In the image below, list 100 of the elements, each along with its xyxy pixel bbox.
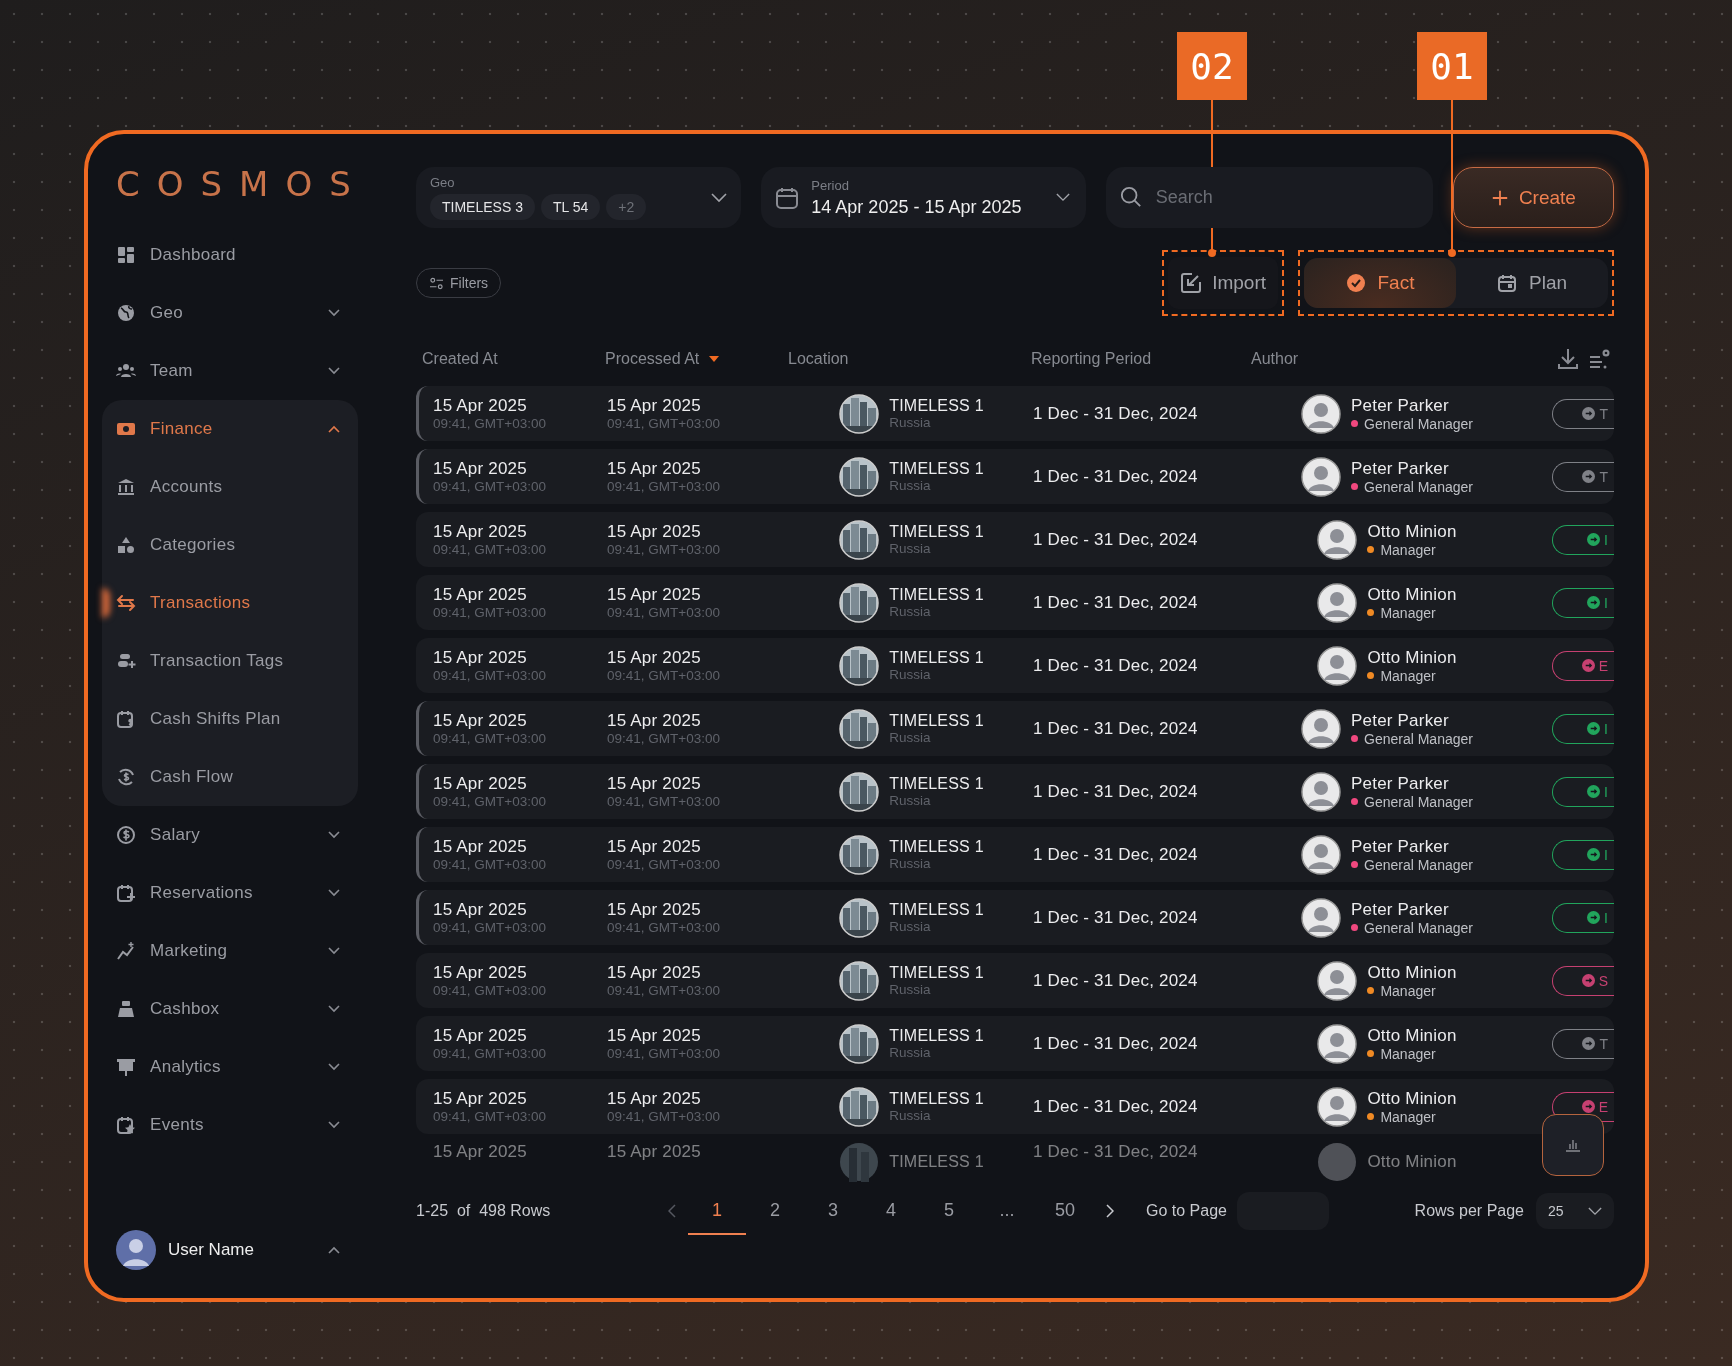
rows-per-page-label: Rows per Page bbox=[1414, 1202, 1524, 1220]
nav-item[interactable]: Events bbox=[102, 1096, 358, 1154]
nav-item[interactable]: Transactions bbox=[102, 574, 358, 632]
bar-chart-icon bbox=[1565, 1138, 1581, 1152]
time-text: 09:41, GMT+03:00 bbox=[607, 794, 721, 809]
time-text: 09:41, GMT+03:00 bbox=[433, 920, 547, 935]
avatar-icon bbox=[1301, 393, 1341, 434]
date-text: 15 Apr 2025 bbox=[607, 711, 702, 731]
role-text: General Manager bbox=[1364, 793, 1473, 810]
date-text: 15 Apr 2025 bbox=[607, 396, 702, 416]
chevron-down-icon bbox=[328, 1121, 340, 1129]
nav-item[interactable]: Marketing bbox=[102, 922, 358, 980]
previous-icon[interactable] bbox=[668, 1204, 676, 1218]
author-name: Otto Minion bbox=[1367, 584, 1457, 605]
author-name: Peter Parker bbox=[1351, 836, 1450, 857]
author-name: Otto Minion bbox=[1367, 521, 1457, 542]
time-text: 09:41, GMT+03:00 bbox=[433, 794, 547, 809]
nav-item[interactable]: Categories bbox=[102, 516, 358, 574]
rows-per-page-select[interactable]: 25 bbox=[1536, 1193, 1614, 1229]
import-button[interactable]: Import bbox=[1168, 257, 1278, 309]
geo-select[interactable]: Geo TIMELESS 3 TL 54 +2 bbox=[416, 167, 742, 228]
download-icon[interactable] bbox=[1556, 347, 1580, 371]
time-text: 09:41, GMT+03:00 bbox=[607, 983, 721, 998]
nav-item[interactable]: Cashbox bbox=[102, 980, 358, 1038]
table-row[interactable]: 15 Apr 2025 09:41, GMT+03:00 15 Apr 2025 09:41, GMT+03:00 TIMELESS 1 Russia 1 Dec - 31 Dec, 2024 Otto Minion Manager E bbox=[416, 1079, 1614, 1134]
time-text: 09:41, GMT+03:00 bbox=[607, 731, 721, 746]
table-row[interactable]: 15 Apr 2025 09:41, GMT+03:00 15 Apr 2025 09:41, GMT+03:00 TIMELESS 1 Russia 1 Dec - 31 Dec, 2024 Otto Minion Manager I bbox=[416, 575, 1614, 630]
table-row[interactable]: 15 Apr 2025 09:41, GMT+03:00 15 Apr 2025 09:41, GMT+03:00 TIMELESS 1 Russia 1 Dec - 31 Dec, 2024 Peter Parker General Manager I bbox=[416, 827, 1614, 882]
mode-tab[interactable]: Fact bbox=[1304, 258, 1456, 308]
table-row[interactable]: 15 Apr 2025 09:41, GMT+03:00 15 Apr 2025 09:41, GMT+03:00 TIMELESS 1 Russia 1 Dec - 31 Dec, 2024 Otto Minion Manager T bbox=[416, 1016, 1614, 1071]
page-link[interactable]: 3 bbox=[804, 1187, 862, 1235]
user-menu[interactable]: User Name bbox=[102, 1230, 358, 1270]
country-text: Russia bbox=[889, 478, 932, 493]
column-header[interactable]: Reporting Period bbox=[1031, 350, 1251, 368]
column-settings-icon[interactable] bbox=[1588, 347, 1612, 371]
role-text: Manager bbox=[1380, 982, 1436, 999]
column-header[interactable]: Location bbox=[788, 350, 1031, 368]
table-row[interactable]: 15 Apr 2025 09:41, GMT+03:00 15 Apr 2025 09:41, GMT+03:00 TIMELESS 1 Russia 1 Dec - 31 Dec, 2024 Peter Parker General Manager T bbox=[416, 449, 1614, 504]
avatar-icon bbox=[1317, 1086, 1358, 1127]
table-row[interactable]: 15 Apr 2025 09:41, GMT+03:00 15 Apr 2025 09:41, GMT+03:00 TIMELESS 1 Russia 1 Dec - 31 Dec, 2024 Peter Parker General Manager I bbox=[416, 701, 1614, 756]
create-button[interactable]: Create bbox=[1452, 167, 1614, 228]
avatar-icon bbox=[1317, 1142, 1358, 1182]
chevron-down-icon bbox=[1588, 1206, 1602, 1216]
page-link[interactable]: 4 bbox=[862, 1187, 920, 1235]
nav-item[interactable]: Cash Shifts Plan bbox=[102, 690, 358, 748]
page-link[interactable]: 1 bbox=[688, 1187, 746, 1235]
field-label: Period bbox=[811, 177, 850, 193]
more-count: +2 bbox=[606, 194, 647, 220]
nav-item[interactable]: Analytics bbox=[102, 1038, 358, 1096]
date-text: 15 Apr 2025 bbox=[607, 837, 702, 857]
globe-icon bbox=[116, 303, 136, 323]
table-row[interactable]: 15 Apr 2025 09:41, GMT+03:00 15 Apr 2025 09:41, GMT+03:00 TIMELESS 1 Russia 1 Dec - 31 Dec, 2024 Peter Parker General Manager T bbox=[416, 386, 1614, 441]
table-row[interactable]: 15 Apr 2025 09:41, GMT+03:00 15 Apr 2025 09:41, GMT+03:00 TIMELESS 1 Russia 1 Dec - 31 Dec, 2024 Otto Minion Manager I bbox=[416, 512, 1614, 567]
country-text: Russia bbox=[889, 982, 932, 997]
page-link[interactable]: 50 bbox=[1036, 1187, 1094, 1235]
table-row[interactable]: 15 Apr 2025 09:41, GMT+03:00 15 Apr 2025 09:41, GMT+03:00 TIMELESS 1 Russia 1 Dec - 31 Dec, 2024 Otto Minion Manager E bbox=[416, 638, 1614, 693]
period-text: 1 Dec - 31 Dec, 2024 bbox=[1033, 403, 1199, 424]
nav-item[interactable]: Accounts bbox=[102, 458, 358, 516]
next-icon[interactable] bbox=[1106, 1204, 1114, 1218]
search-field[interactable]: Search bbox=[1105, 167, 1433, 228]
time-text: 09:41, GMT+03:00 bbox=[607, 857, 721, 872]
register-icon bbox=[116, 999, 136, 1019]
page-link[interactable]: 5 bbox=[920, 1187, 978, 1235]
column-header[interactable]: Author bbox=[1251, 350, 1519, 368]
table-row[interactable]: 15 Apr 2025 09:41, GMT+03:00 15 Apr 2025 09:41, GMT+03:00 TIMELESS 1 Russia 1 Dec - 31 Dec, 2024 Peter Parker General Manager I bbox=[416, 890, 1614, 945]
date-text: 15 Apr 2025 bbox=[607, 963, 702, 983]
calendar-icon bbox=[1497, 273, 1517, 293]
nav-item[interactable]: Reservations bbox=[102, 864, 358, 922]
time-text: 09:41, GMT+03:00 bbox=[433, 416, 547, 431]
chart-button[interactable] bbox=[1542, 1114, 1604, 1176]
page-link[interactable]: ... bbox=[978, 1187, 1036, 1235]
location-name: TIMELESS 1 bbox=[889, 1153, 984, 1171]
dollar-cycle-icon bbox=[116, 767, 136, 787]
date-text: 15 Apr 2025 bbox=[433, 1089, 528, 1109]
time-text: 09:41, GMT+03:00 bbox=[607, 920, 721, 935]
avatar-icon bbox=[1301, 456, 1341, 497]
period-text: 1 Dec - 31 Dec, 2024 bbox=[1033, 1142, 1199, 1162]
country-text: Russia bbox=[889, 1045, 932, 1060]
period-picker[interactable]: Period 14 Apr 2025 - 15 Apr 2025 bbox=[761, 167, 1086, 228]
column-header[interactable]: Processed At bbox=[605, 350, 788, 368]
nav-item[interactable]: Geo bbox=[102, 284, 358, 342]
table-row[interactable]: 15 Apr 2025 09:41, GMT+03:00 15 Apr 2025 09:41, GMT+03:00 TIMELESS 1 Russia 1 Dec - 31 Dec, 2024 Otto Minion Manager S bbox=[416, 953, 1614, 1008]
column-header[interactable]: Created At bbox=[422, 350, 605, 368]
nav-item[interactable]: Transaction Tags bbox=[102, 632, 358, 690]
nav-item[interactable]: Salary bbox=[102, 806, 358, 864]
shapes-icon bbox=[116, 535, 136, 555]
nav-item[interactable]: Cash Flow bbox=[102, 748, 358, 806]
page-link[interactable]: 2 bbox=[746, 1187, 804, 1235]
nav-item[interactable]: Finance bbox=[102, 400, 358, 458]
nav-item[interactable]: Team bbox=[102, 342, 358, 400]
role-text: Manager bbox=[1380, 541, 1436, 558]
author-name: Otto Minion bbox=[1367, 647, 1457, 668]
period-text: 1 Dec - 31 Dec, 2024 bbox=[1033, 781, 1199, 802]
chevron-down-icon bbox=[328, 309, 340, 317]
author-name: Otto Minion bbox=[1367, 962, 1457, 983]
mode-tab[interactable]: Plan bbox=[1456, 258, 1608, 308]
nav-item[interactable]: Dashboard bbox=[102, 226, 358, 284]
table-row[interactable]: 15 Apr 2025 09:41, GMT+03:00 15 Apr 2025 09:41, GMT+03:00 TIMELESS 1 Russia 1 Dec - 31 Dec, 2024 Peter Parker General Manager I bbox=[416, 764, 1614, 819]
role-text: General Manager bbox=[1364, 478, 1473, 495]
rows-summary: 1-25 of 498 Rows bbox=[416, 1202, 552, 1220]
